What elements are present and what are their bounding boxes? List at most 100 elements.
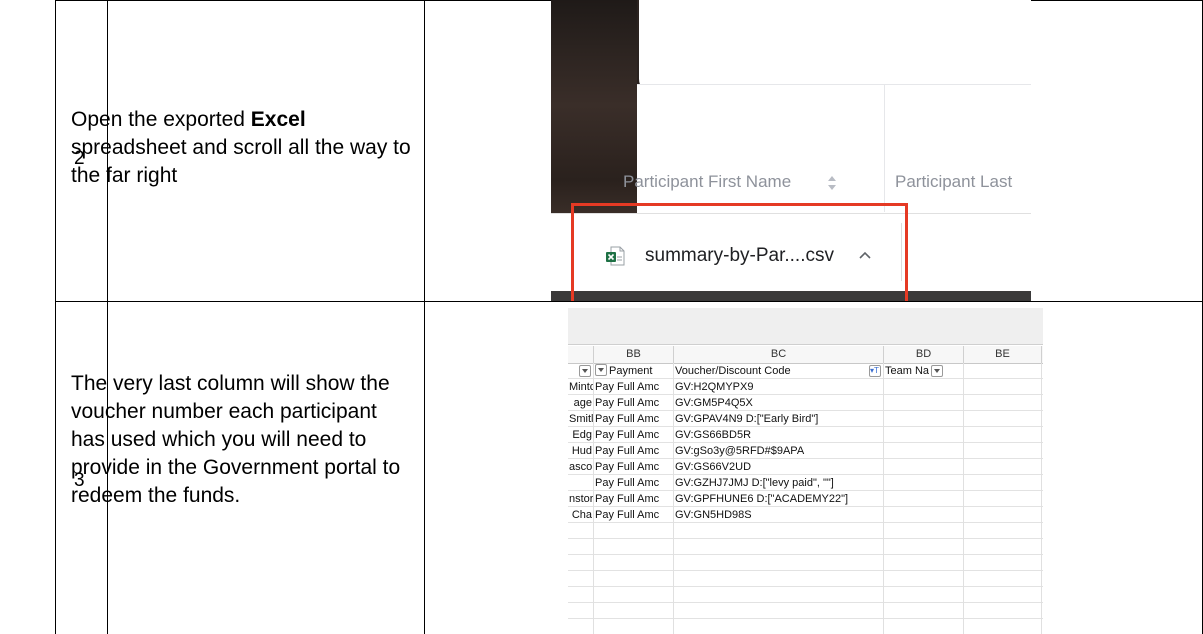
table-cell[interactable]: Mintc bbox=[568, 379, 594, 395]
table-cell[interactable]: Edg bbox=[568, 427, 594, 443]
table-cell[interactable] bbox=[594, 571, 674, 587]
table-cell[interactable] bbox=[964, 571, 1042, 587]
table-cell[interactable]: nstor bbox=[568, 491, 594, 507]
table-cell[interactable] bbox=[884, 379, 964, 395]
table-cell[interactable]: GV:H2QMYPX9 bbox=[674, 379, 884, 395]
filter-dropdown-icon[interactable] bbox=[595, 364, 607, 376]
table-cell[interactable] bbox=[884, 443, 964, 459]
column-header-first-name[interactable]: Participant First Name bbox=[623, 172, 791, 192]
table-cell[interactable] bbox=[568, 571, 594, 587]
table-left-border bbox=[55, 0, 56, 634]
filter-active-icon[interactable] bbox=[869, 365, 881, 377]
column-letter-bd[interactable]: BD bbox=[884, 346, 964, 363]
table-cell[interactable]: Pay Full Amc bbox=[594, 443, 674, 459]
table-cell[interactable] bbox=[568, 555, 594, 571]
header-label: Payment bbox=[609, 365, 653, 377]
table-cell[interactable]: Pay Full Amc bbox=[594, 395, 674, 411]
table-cell[interactable]: GV:GPFHUNE6 D:["ACADEMY22"] bbox=[674, 491, 884, 507]
table-cell[interactable] bbox=[884, 411, 964, 427]
step-text-prefix: Open the exported bbox=[71, 108, 251, 131]
table-cell[interactable] bbox=[594, 619, 674, 634]
table-row: Cha Pay Full Amc GV:GN5HD98S bbox=[568, 507, 1043, 523]
table-cell[interactable]: GV:GM5P4Q5X bbox=[674, 395, 884, 411]
table-cell[interactable] bbox=[594, 603, 674, 619]
table-cell[interactable] bbox=[594, 539, 674, 555]
table-cell[interactable] bbox=[964, 411, 1042, 427]
table-cell[interactable]: Pay Full Amc bbox=[594, 475, 674, 491]
table-cell[interactable] bbox=[964, 587, 1042, 603]
table-cell[interactable] bbox=[594, 555, 674, 571]
table-cell[interactable] bbox=[964, 395, 1042, 411]
table-cell[interactable] bbox=[674, 523, 884, 539]
column-letter-bb[interactable]: BB bbox=[594, 346, 674, 363]
table-cell[interactable]: Cha bbox=[568, 507, 594, 523]
table-cell[interactable]: Hud bbox=[568, 443, 594, 459]
table-cell[interactable] bbox=[964, 507, 1042, 523]
table-cell[interactable] bbox=[964, 555, 1042, 571]
table-cell[interactable] bbox=[884, 475, 964, 491]
table-cell[interactable]: GV:gSo3y@5RFD#$9APA bbox=[674, 443, 884, 459]
table-cell[interactable]: age bbox=[568, 395, 594, 411]
table-cell[interactable]: Pay Full Amc bbox=[594, 427, 674, 443]
table-cell[interactable] bbox=[674, 619, 884, 634]
table-cell[interactable] bbox=[884, 555, 964, 571]
table-cell[interactable]: GV:GN5HD98S bbox=[674, 507, 884, 523]
table-cell[interactable] bbox=[884, 603, 964, 619]
table-cell[interactable]: Pay Full Amc bbox=[594, 459, 674, 475]
table-row: Edg Pay Full Amc GV:GS66BD5R bbox=[568, 427, 1043, 443]
table-cell[interactable] bbox=[674, 587, 884, 603]
column-letter-be[interactable]: BE bbox=[964, 346, 1042, 363]
filter-dropdown-icon[interactable] bbox=[579, 365, 591, 377]
table-cell[interactable] bbox=[964, 491, 1042, 507]
table-cell[interactable] bbox=[964, 379, 1042, 395]
table-cell[interactable] bbox=[568, 539, 594, 555]
table-cell[interactable] bbox=[964, 603, 1042, 619]
table-cell[interactable] bbox=[884, 587, 964, 603]
table-cell[interactable] bbox=[568, 603, 594, 619]
table-cell[interactable] bbox=[884, 427, 964, 443]
table-cell[interactable] bbox=[884, 395, 964, 411]
column-header-last-name[interactable]: Participant Last bbox=[895, 172, 1012, 192]
table-cell[interactable] bbox=[884, 459, 964, 475]
table-cell[interactable]: GV:GZHJ7JMJ D:["levy paid", ""] bbox=[674, 475, 884, 491]
table-cell[interactable]: Pay Full Amc bbox=[594, 491, 674, 507]
table-cell[interactable] bbox=[964, 443, 1042, 459]
table-cell[interactable] bbox=[884, 539, 964, 555]
table-cell[interactable] bbox=[594, 523, 674, 539]
table-cell[interactable] bbox=[884, 619, 964, 634]
table-cell[interactable] bbox=[568, 619, 594, 634]
table-cell[interactable]: Pay Full Amc bbox=[594, 379, 674, 395]
table-cell[interactable] bbox=[884, 491, 964, 507]
spreadsheet-toolbar bbox=[568, 308, 1043, 345]
table-cell[interactable] bbox=[964, 459, 1042, 475]
table-cell[interactable] bbox=[568, 523, 594, 539]
table-cell[interactable] bbox=[964, 475, 1042, 491]
sort-arrows-icon[interactable] bbox=[827, 174, 837, 192]
table-cell[interactable] bbox=[674, 539, 884, 555]
table-cell[interactable] bbox=[674, 555, 884, 571]
table-cell[interactable]: GV:GS66BD5R bbox=[674, 427, 884, 443]
table-cell[interactable] bbox=[964, 619, 1042, 634]
table-cell[interactable] bbox=[568, 475, 594, 491]
table-cell[interactable]: GV:GPAV4N9 D:["Early Bird"] bbox=[674, 411, 884, 427]
table-cell[interactable] bbox=[594, 587, 674, 603]
column-letter-bc[interactable]: BC bbox=[674, 346, 884, 363]
empty-row bbox=[568, 619, 1043, 634]
table-cell[interactable]: Smitl bbox=[568, 411, 594, 427]
column-letter-prev[interactable] bbox=[568, 346, 594, 363]
table-cell[interactable] bbox=[568, 587, 594, 603]
table-cell[interactable] bbox=[964, 427, 1042, 443]
table-cell[interactable]: Pay Full Amc bbox=[594, 507, 674, 523]
table-cell[interactable]: Pay Full Amc bbox=[594, 411, 674, 427]
table-cell[interactable] bbox=[964, 539, 1042, 555]
table-cell[interactable] bbox=[884, 523, 964, 539]
table-cell[interactable]: GV:GS66V2UD bbox=[674, 459, 884, 475]
table-cell[interactable] bbox=[964, 523, 1042, 539]
table-cell[interactable] bbox=[884, 571, 964, 587]
empty-row bbox=[568, 539, 1043, 555]
table-cell[interactable] bbox=[674, 603, 884, 619]
table-cell[interactable] bbox=[674, 571, 884, 587]
filter-dropdown-icon[interactable] bbox=[931, 365, 943, 377]
table-cell[interactable] bbox=[884, 507, 964, 523]
table-cell[interactable]: asco bbox=[568, 459, 594, 475]
